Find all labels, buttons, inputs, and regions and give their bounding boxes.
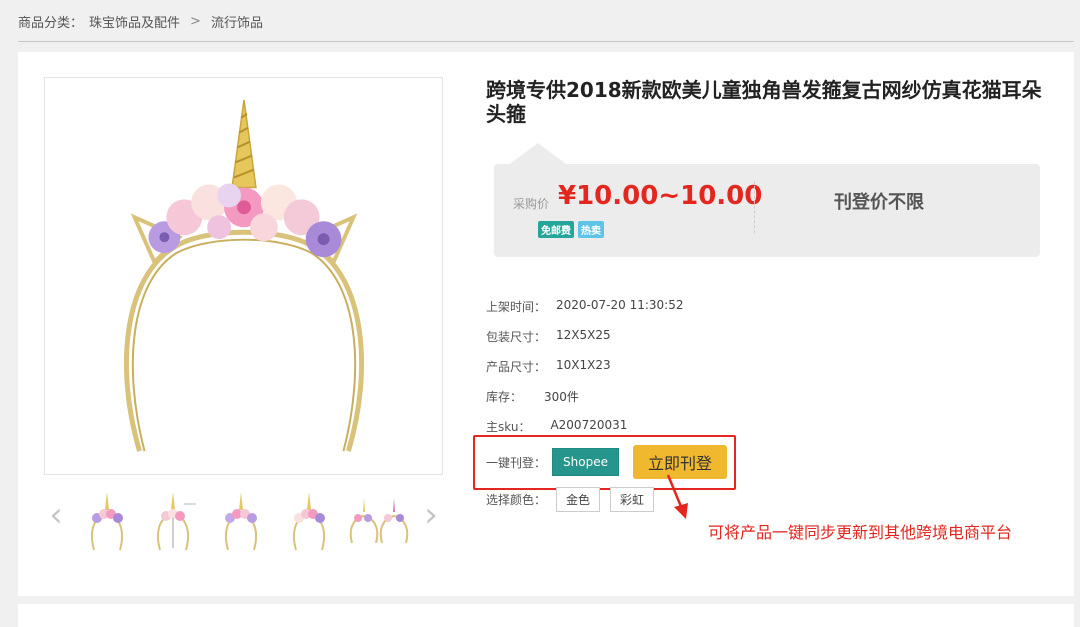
- info-value: 10X1X23: [556, 358, 611, 372]
- breadcrumb: 商品分类： 珠宝饰品及配件 > 流行饰品: [18, 12, 263, 31]
- main-product-image[interactable]: [44, 77, 443, 475]
- price-value: ¥10.00~10.00: [558, 181, 763, 211]
- info-label: 库存：: [486, 390, 523, 404]
- info-value: 2020-07-20 11:30:52: [556, 298, 684, 312]
- thumbnail[interactable]: [344, 488, 414, 554]
- badge-group: 免邮费 热卖: [538, 221, 604, 238]
- callout-text: 可将产品一键同步更新到其他跨境电商平台: [708, 523, 1013, 542]
- breadcrumb-separator: >: [190, 14, 201, 29]
- headband-image: [124, 99, 364, 452]
- info-label: 上架时间：: [486, 300, 547, 314]
- lower-panel: [18, 604, 1074, 627]
- thumbnail[interactable]: [284, 488, 334, 554]
- thumbnail[interactable]: [216, 488, 266, 554]
- price-label: 采购价: [513, 197, 550, 211]
- thumbnail[interactable]: [148, 488, 198, 554]
- price-box: 采购价 ¥10.00~10.00 免邮费 热卖 刊登价不限: [494, 143, 1040, 257]
- breadcrumb-label: 商品分类：: [18, 16, 84, 31]
- next-arrow-icon[interactable]: ›: [419, 498, 443, 534]
- product-title: 跨境专供2018新款欧美儿童独角兽发箍复古网纱仿真花猫耳朵头箍: [486, 78, 1042, 126]
- info-value: 12X5X25: [556, 328, 611, 342]
- info-row-package-size: 包装尺寸： 12X5X25: [486, 328, 611, 345]
- info-label: 产品尺寸：: [486, 360, 547, 374]
- color-option-rainbow[interactable]: 彩虹: [610, 487, 655, 512]
- listing-price: 刊登价不限: [834, 192, 924, 213]
- info-row-product-size: 产品尺寸： 10X1X23: [486, 358, 611, 375]
- highlight-box: [473, 435, 736, 490]
- price-divider: [754, 181, 755, 233]
- info-value: A200720031: [550, 418, 628, 432]
- hot-sale-badge: 热卖: [578, 221, 604, 238]
- info-row-main-sku: 主sku： A200720031: [486, 418, 627, 435]
- prev-arrow-icon[interactable]: ‹: [44, 498, 68, 534]
- free-shipping-badge: 免邮费: [538, 221, 574, 238]
- thumbnail-strip: ‹ ›: [44, 488, 443, 558]
- info-label: 主sku：: [486, 420, 531, 434]
- color-option-gold[interactable]: 金色: [556, 487, 601, 512]
- color-label: 选择颜色：: [486, 493, 547, 507]
- breadcrumb-level2[interactable]: 流行饰品: [211, 12, 263, 31]
- breadcrumb-level1[interactable]: 珠宝饰品及配件: [89, 12, 180, 31]
- info-row-listed-time: 上架时间： 2020-07-20 11:30:52: [486, 298, 683, 315]
- color-select-row: 选择颜色： 金色 彩虹: [486, 487, 655, 512]
- info-row-stock: 库存： 300件: [486, 388, 579, 405]
- callout-arrow-icon: [666, 474, 688, 519]
- info-value: 300件: [544, 390, 579, 404]
- info-label: 包装尺寸：: [486, 330, 547, 344]
- breadcrumb-divider: [18, 41, 1074, 42]
- thumbnail[interactable]: [82, 488, 132, 554]
